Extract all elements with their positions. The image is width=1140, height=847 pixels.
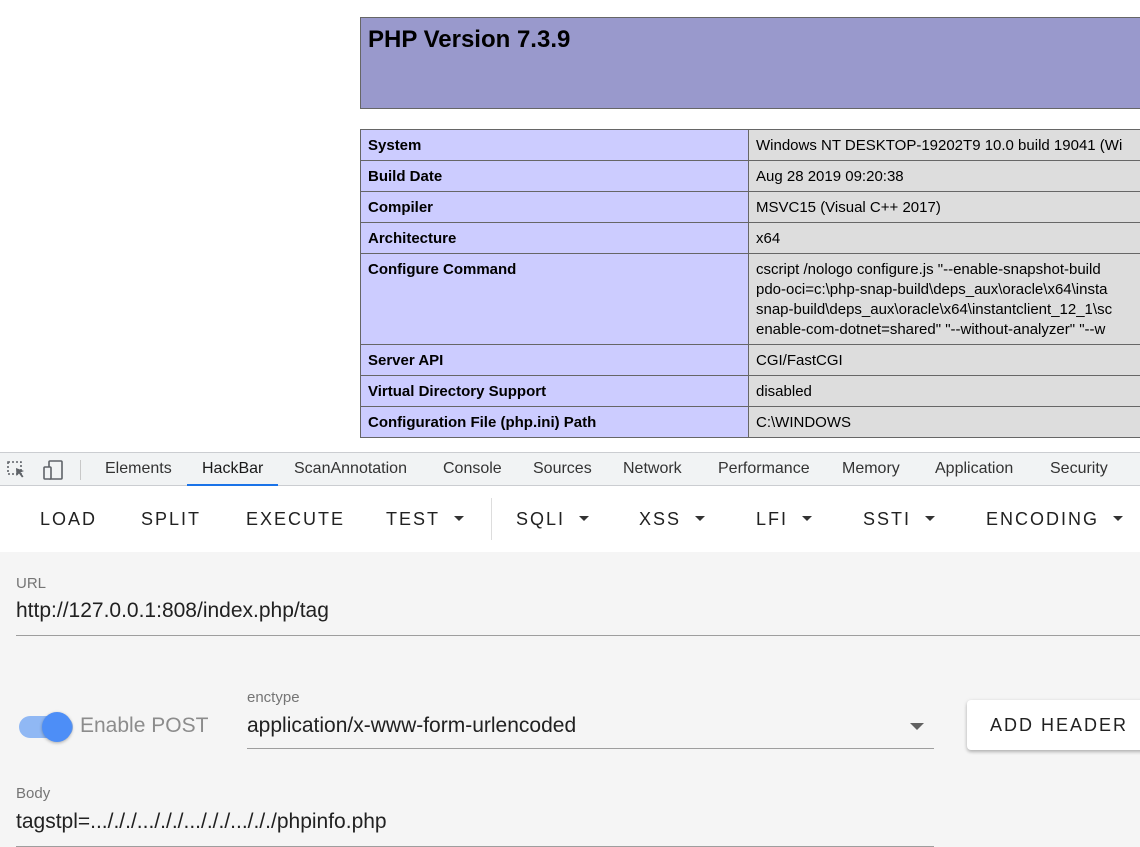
phpinfo-key: Architecture <box>360 222 749 254</box>
phpinfo-key: Virtual Directory Support <box>360 375 749 407</box>
devtools-panel: Elements HackBar ScanAnnotation Console Sour… <box>0 452 1140 847</box>
phpinfo-value-line: disabled <box>756 383 812 400</box>
phpinfo-table: System Windows NT DESKTOP-19202T9 10.0 bu… <box>360 129 1140 438</box>
tab-console[interactable]: Console <box>428 453 517 486</box>
phpinfo-value: C:\WINDOWS <box>748 406 1140 438</box>
chevron-down-icon <box>695 515 706 521</box>
chevron-down-icon <box>579 515 590 521</box>
phpinfo-key: Build Date <box>360 160 749 192</box>
encoding-menu-button[interactable]: ENCODING <box>986 486 1124 552</box>
tab-scanannotation[interactable]: ScanAnnotation <box>279 453 422 486</box>
phpinfo-page: PHP Version 7.3.9 System Windows NT DESKT… <box>0 0 1140 452</box>
phpinfo-row: Configure Command cscript /nologo configu… <box>360 253 1140 345</box>
tab-memory[interactable]: Memory <box>827 453 915 486</box>
phpinfo-value: disabled <box>748 375 1140 407</box>
split-button[interactable]: SPLIT <box>141 486 201 552</box>
chevron-down-icon <box>454 515 465 521</box>
url-underline <box>16 635 1140 636</box>
phpinfo-value-line: MSVC15 (Visual C++ 2017) <box>756 199 941 216</box>
phpinfo-value: Windows NT DESKTOP-19202T9 10.0 build 19… <box>748 129 1140 161</box>
tabbar-divider <box>80 460 81 480</box>
phpinfo-value-line: C:\WINDOWS <box>756 414 851 431</box>
lfi-menu-button[interactable]: LFI <box>756 486 813 552</box>
phpinfo-row: Build Date Aug 28 2019 09:20:38 <box>360 160 1140 192</box>
phpinfo-row: Server API CGI/FastCGI <box>360 344 1140 376</box>
enctype-label: enctype <box>247 689 300 706</box>
device-toolbar-icon[interactable] <box>42 459 64 481</box>
tab-performance[interactable]: Performance <box>703 453 825 486</box>
test-menu-button[interactable]: TEST <box>386 486 465 552</box>
chevron-down-icon <box>802 515 813 521</box>
body-label: Body <box>16 785 51 802</box>
chevron-down-icon <box>925 515 936 521</box>
xss-menu-button[interactable]: XSS <box>639 486 706 552</box>
phpinfo-row: Configuration File (php.ini) Path C:\WIND… <box>360 406 1140 438</box>
phpinfo-value-line: CGI/FastCGI <box>756 352 843 369</box>
phpinfo-key: System <box>360 129 749 161</box>
phpinfo-row: System Windows NT DESKTOP-19202T9 10.0 bu… <box>360 129 1140 161</box>
phpinfo-value-line: x64 <box>756 230 781 247</box>
tab-application[interactable]: Application <box>920 453 1028 486</box>
dropdown-arrow-icon[interactable] <box>910 723 924 730</box>
phpinfo-key: Server API <box>360 344 749 376</box>
phpinfo-value: MSVC15 (Visual C++ 2017) <box>748 191 1140 223</box>
phpinfo-key: Configure Command <box>360 253 749 345</box>
phpinfo-value-line: pdo-oci=c:\php-snap-build\deps_aux\oracl… <box>756 281 1108 298</box>
phpinfo-key: Compiler <box>360 191 749 223</box>
toolbar-divider <box>491 498 492 540</box>
php-version-title: PHP Version 7.3.9 <box>368 26 571 53</box>
add-header-button[interactable]: ADD HEADER <box>967 700 1140 750</box>
phpinfo-value-line: enable-com-dotnet=shared" "--without-ana… <box>756 321 1106 338</box>
devtools-tabbar: Elements HackBar ScanAnnotation Console Sour… <box>0 452 1140 486</box>
enctype-select[interactable]: application/x-www-form-urlencoded <box>247 714 576 738</box>
body-input[interactable]: tagstpl=.../././.../././.../././.../././… <box>16 810 387 834</box>
load-button[interactable]: LOAD <box>40 486 97 552</box>
phpinfo-value-line: Aug 28 2019 09:20:38 <box>756 168 904 185</box>
sqli-menu-button[interactable]: SQLI <box>516 486 590 552</box>
phpinfo-row: Compiler MSVC15 (Visual C++ 2017) <box>360 191 1140 223</box>
ssti-menu-button[interactable]: SSTI <box>863 486 936 552</box>
phpinfo-value: cscript /nologo configure.js "--enable-s… <box>748 253 1140 345</box>
phpinfo-row: Virtual Directory Support disabled <box>360 375 1140 407</box>
inspect-element-icon[interactable] <box>6 459 28 481</box>
toggle-knob[interactable] <box>42 712 72 742</box>
tab-elements[interactable]: Elements <box>90 453 187 486</box>
hackbar-toolbar: LOAD SPLIT EXECUTE TEST SQLI XSS LFI SST… <box>0 486 1140 552</box>
php-version-header: PHP Version 7.3.9 <box>360 17 1140 109</box>
phpinfo-value-line: Windows NT DESKTOP-19202T9 10.0 build 19… <box>756 137 1123 154</box>
execute-button[interactable]: EXECUTE <box>246 486 345 552</box>
url-input[interactable]: http://127.0.0.1:808/index.php/tag <box>16 599 329 623</box>
phpinfo-value-line: snap-build\deps_aux\oracle\x64\instantcl… <box>756 301 1113 318</box>
tab-sources[interactable]: Sources <box>518 453 607 486</box>
phpinfo-key: Configuration File (php.ini) Path <box>360 406 749 438</box>
url-label: URL <box>16 575 47 592</box>
phpinfo-value-line: cscript /nologo configure.js "--enable-s… <box>756 261 1101 278</box>
phpinfo-value: x64 <box>748 222 1140 254</box>
chevron-down-icon <box>1113 515 1124 521</box>
phpinfo-value: Aug 28 2019 09:20:38 <box>748 160 1140 192</box>
tab-network[interactable]: Network <box>608 453 697 486</box>
enctype-underline <box>247 748 934 749</box>
tab-hackbar[interactable]: HackBar <box>187 453 279 486</box>
enable-post-label: Enable POST <box>80 714 209 737</box>
phpinfo-row: Architecture x64 <box>360 222 1140 254</box>
phpinfo-value: CGI/FastCGI <box>748 344 1140 376</box>
tab-security[interactable]: Security <box>1035 453 1123 486</box>
